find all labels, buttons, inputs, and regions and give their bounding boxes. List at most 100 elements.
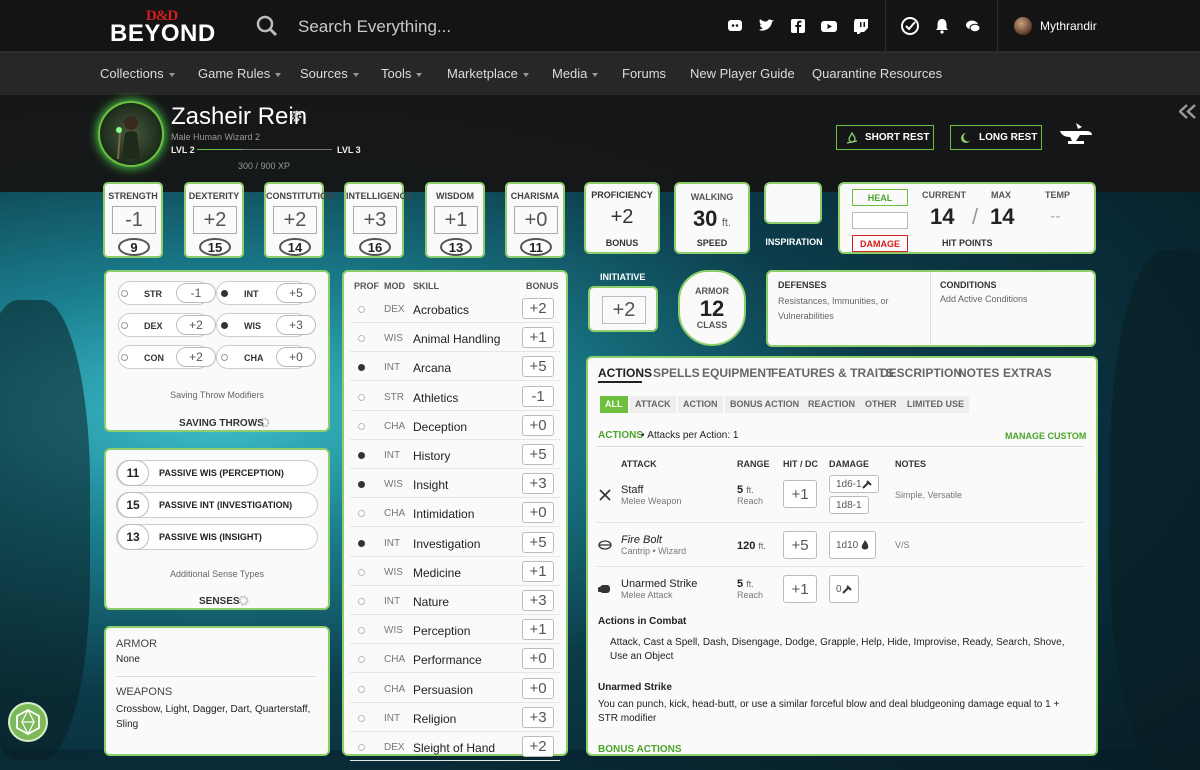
skill-row[interactable]: INT Religion +3	[350, 704, 560, 732]
dice-roller-icon[interactable]	[8, 702, 48, 742]
skill-row[interactable]: INT Investigation +5	[350, 529, 560, 557]
attack-damage[interactable]: 1d6-1	[829, 475, 879, 493]
skill-bonus[interactable]: +1	[522, 327, 554, 349]
hp-adjust-input[interactable]	[852, 212, 908, 229]
twitch-icon[interactable]	[852, 17, 870, 35]
attack-hit-bonus[interactable]: +1	[783, 480, 817, 508]
ability-dexterity[interactable]: DEXTERITY +2 15	[184, 182, 244, 258]
skill-row[interactable]: WIS Medicine +1	[350, 558, 560, 586]
skill-bonus[interactable]: +2	[522, 736, 554, 757]
skill-row[interactable]: WIS Insight +3	[350, 470, 560, 499]
gear-icon[interactable]	[238, 595, 249, 606]
subtab-attack[interactable]: ATTACK	[630, 396, 676, 413]
attack-damage-versatile[interactable]: 1d8-1	[829, 496, 869, 514]
discord-icon[interactable]	[726, 17, 744, 35]
long-rest-button[interactable]: LONG REST	[950, 125, 1042, 150]
username[interactable]: Mythrandir	[1040, 19, 1097, 33]
manage-custom-link[interactable]: MANAGE CUSTOM	[1005, 431, 1086, 441]
chat-icon[interactable]	[964, 17, 982, 35]
skill-row[interactable]: DEX Sleight of Hand +2	[350, 733, 560, 761]
twitter-icon[interactable]	[757, 17, 775, 35]
skill-row[interactable]: INT History +5	[350, 441, 560, 469]
skill-row[interactable]: INT Arcana +5	[350, 353, 560, 382]
additional-senses[interactable]: Additional Sense Types	[104, 569, 330, 579]
tab-equipment[interactable]: EQUIPMENT	[702, 366, 773, 380]
skill-bonus[interactable]: +2	[522, 298, 554, 319]
facebook-icon[interactable]	[789, 17, 807, 35]
character-portrait[interactable]	[100, 103, 162, 165]
tab-features-traits[interactable]: FEATURES & TRAITS	[771, 366, 893, 380]
ability-intelligence[interactable]: INTELLIGENCE +3 16	[344, 182, 412, 258]
skill-bonus[interactable]: -1	[522, 385, 554, 407]
skill-row[interactable]: CHA Intimidation +0	[350, 499, 560, 528]
skill-bonus[interactable]: +1	[522, 560, 554, 582]
tab-actions[interactable]: ACTIONS	[598, 366, 652, 380]
skill-row[interactable]: DEX Acrobatics +2	[350, 295, 560, 323]
subtab-bonus-action[interactable]: BONUS ACTION	[725, 396, 805, 413]
defenses-text[interactable]: Resistances, Immunities, or Vulnerabilit…	[778, 294, 928, 324]
nav-tools[interactable]: Tools	[381, 66, 423, 81]
nav-collections[interactable]: Collections	[100, 66, 175, 81]
actions-in-combat-list[interactable]: Attack, Cast a Spell, Dash, Disengage, D…	[610, 636, 1080, 664]
search-icon[interactable]	[256, 15, 278, 37]
skill-row[interactable]: STR Athletics -1	[350, 383, 560, 411]
skill-bonus[interactable]: +5	[522, 356, 554, 378]
skill-row[interactable]: INT Nature +3	[350, 587, 560, 615]
gear-icon[interactable]	[290, 110, 302, 122]
inspiration-toggle[interactable]	[764, 182, 822, 224]
subtab-reaction[interactable]: REACTION	[803, 396, 860, 413]
ability-constitution[interactable]: CONSTITUTION +2 14	[264, 182, 334, 258]
damage-button[interactable]: DAMAGE	[852, 235, 908, 252]
skill-bonus[interactable]: +0	[522, 677, 554, 699]
skill-bonus[interactable]: +5	[522, 444, 554, 465]
subtab-limited-use[interactable]: LIMITED USE	[902, 396, 970, 413]
attack-hit-bonus[interactable]: +5	[783, 531, 817, 559]
skill-row[interactable]: CHA Deception +0	[350, 412, 560, 440]
skill-bonus[interactable]: +3	[522, 590, 554, 611]
youtube-icon[interactable]	[820, 17, 838, 35]
subtab-other[interactable]: OTHER	[860, 396, 902, 413]
tab-description[interactable]: DESCRIPTION	[880, 366, 962, 380]
nav-media[interactable]: Media	[552, 66, 599, 81]
gear-icon[interactable]	[259, 417, 270, 428]
nav-quarantine-resources[interactable]: Quarantine Resources	[812, 66, 942, 81]
dnd-beyond-logo[interactable]: D&D BEYOND	[108, 8, 220, 47]
hp-temp[interactable]: --	[1050, 208, 1061, 226]
skill-bonus[interactable]: +3	[522, 473, 554, 495]
attack-damage[interactable]: 0	[829, 575, 859, 603]
heal-button[interactable]: HEAL	[852, 189, 908, 206]
tab-notes[interactable]: NOTES	[958, 366, 999, 380]
passive-perception[interactable]: 11 PASSIVE WIS (PERCEPTION)	[116, 460, 318, 486]
skill-row[interactable]: WIS Animal Handling +1	[350, 324, 560, 353]
passive-insight[interactable]: 13 PASSIVE WIS (INSIGHT)	[116, 524, 318, 550]
tab-spells[interactable]: SPELLS	[653, 366, 700, 380]
skill-bonus[interactable]: +3	[522, 706, 554, 728]
subtab-all[interactable]: ALL	[600, 396, 628, 413]
ability-strength[interactable]: STRENGTH -1 9	[103, 182, 163, 258]
nav-new-player-guide[interactable]: New Player Guide	[690, 66, 795, 81]
saving-throw-modifiers[interactable]: Saving Throw Modifiers	[104, 390, 330, 400]
nav-game-rules[interactable]: Game Rules	[198, 66, 282, 81]
tab-extras[interactable]: EXTRAS	[1003, 366, 1052, 380]
collapse-sidebar-icon[interactable]	[1179, 104, 1196, 119]
d20-check-icon[interactable]	[900, 16, 920, 36]
bell-icon[interactable]	[933, 17, 951, 35]
skill-bonus[interactable]: +0	[522, 648, 554, 670]
nav-sources[interactable]: Sources	[300, 66, 359, 81]
short-rest-button[interactable]: SHORT REST	[836, 125, 934, 150]
conditions-text[interactable]: Add Active Conditions	[940, 294, 1028, 304]
search-input[interactable]	[298, 14, 558, 40]
user-avatar[interactable]	[1014, 17, 1032, 35]
skill-bonus[interactable]: +0	[522, 502, 554, 524]
anvil-icon[interactable]	[1058, 121, 1094, 153]
attack-hit-bonus[interactable]: +1	[783, 575, 817, 603]
nav-forums[interactable]: Forums	[622, 66, 666, 81]
subtab-action[interactable]: ACTION	[678, 396, 723, 413]
ability-wisdom[interactable]: WISDOM +1 13	[425, 182, 485, 258]
skill-bonus[interactable]: +1	[522, 619, 554, 641]
ability-charisma[interactable]: CHARISMA +0 11	[505, 182, 565, 258]
skill-row[interactable]: CHA Persuasion +0	[350, 675, 560, 703]
attack-damage[interactable]: 1d10	[829, 531, 877, 559]
skill-bonus[interactable]: +5	[522, 531, 554, 553]
hp-current[interactable]: 14	[930, 204, 954, 230]
